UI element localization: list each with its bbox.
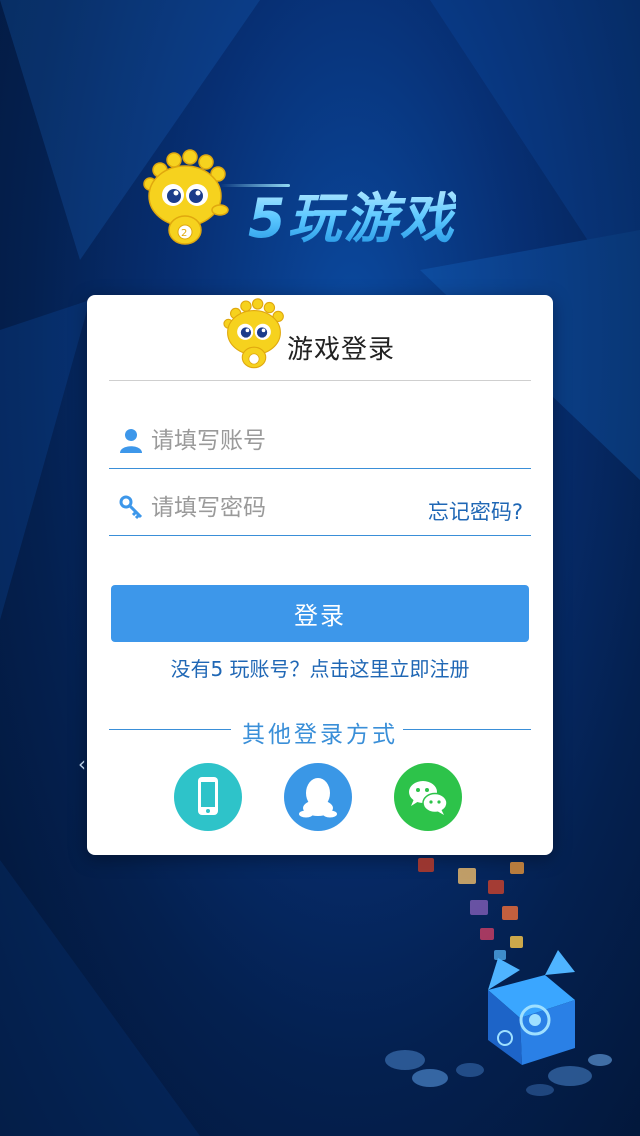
svg-text:2: 2 [181, 228, 187, 239]
register-link[interactable]: 没有5 玩账号？点击这里立即注册 [87, 653, 553, 682]
left-arrow-icon: ‹ [78, 752, 86, 776]
wechat-login-button[interactable] [394, 763, 462, 831]
logo-title: 5玩游戏 [248, 174, 456, 253]
username-input[interactable] [149, 422, 413, 460]
mascot-icon [223, 298, 284, 369]
qq-login-button[interactable] [284, 763, 352, 831]
card-header: 游戏登录 [87, 295, 553, 381]
key-icon [119, 495, 143, 520]
forgot-password-link[interactable]: 忘记密码? [428, 496, 523, 526]
divider-line-right [403, 729, 531, 730]
phone-icon [198, 777, 218, 815]
password-input[interactable] [149, 489, 413, 527]
card-title: 游戏登录 [287, 335, 396, 365]
login-card: 游戏登录 忘记密码? 登录 没有5 玩账号？点击这里立即注册 其他登录方式 [87, 295, 553, 855]
qq-icon [299, 778, 337, 818]
phone-login-button[interactable] [174, 763, 242, 831]
gift-box-decoration [385, 858, 612, 1096]
app-logo: 2 5玩游戏 [140, 148, 470, 250]
header-divider [109, 380, 531, 381]
password-field: 忘记密码? [109, 477, 531, 536]
user-icon [120, 429, 142, 453]
username-field [109, 410, 531, 469]
wechat-icon [409, 781, 448, 815]
other-login-divider: 其他登录方式 [109, 715, 531, 748]
mascot-logo-icon: 2 [143, 149, 229, 245]
other-login-title: 其他登录方式 [242, 722, 398, 748]
login-button[interactable]: 登录 [111, 585, 529, 642]
